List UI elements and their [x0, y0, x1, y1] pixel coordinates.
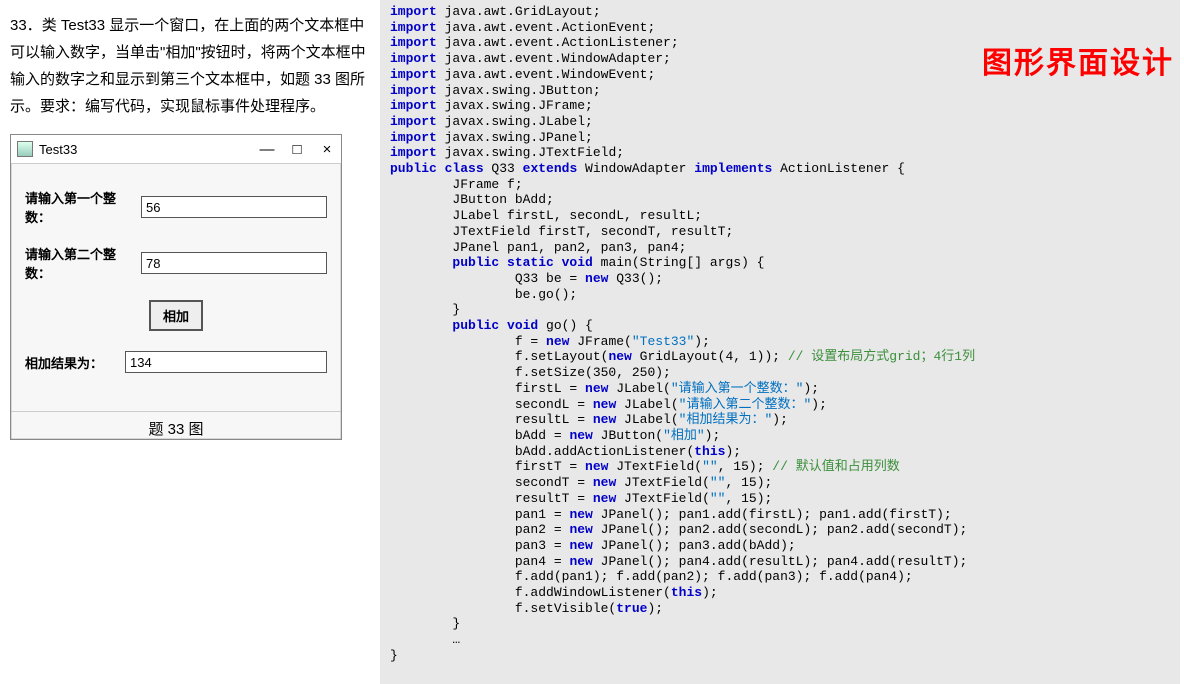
close-icon[interactable]: ×: [319, 141, 335, 158]
overlay-title: 图形界面设计: [982, 38, 1174, 82]
input-first[interactable]: [141, 196, 327, 218]
titlebar: Test33 — □ ×: [11, 135, 341, 164]
window-title: Test33: [39, 142, 259, 157]
problem-statement: 33．类 Test33 显示一个窗口，在上面的两个文本框中可以输入数字，当单击"…: [10, 12, 370, 120]
add-button[interactable]: 相加: [149, 300, 203, 331]
figure-caption: 题 33 图: [11, 411, 341, 439]
problem-body: 类 Test33 显示一个窗口，在上面的两个文本框中可以输入数字，当单击"相加"…: [10, 17, 366, 115]
problem-number: 33．: [10, 17, 42, 34]
label-first: 请输入第一个整数：: [25, 188, 141, 226]
input-second[interactable]: [141, 252, 327, 274]
java-icon: [17, 141, 33, 157]
maximize-icon[interactable]: □: [289, 141, 305, 158]
input-result[interactable]: [125, 351, 327, 373]
mock-window: Test33 — □ × 请输入第一个整数： 请输入第二个整数： 相加 相加结果…: [10, 134, 342, 440]
label-second: 请输入第二个整数：: [25, 244, 141, 282]
code-block: import java.awt.GridLayout; import java.…: [380, 0, 1180, 684]
label-result: 相加结果为：: [25, 353, 125, 372]
minimize-icon[interactable]: —: [259, 141, 275, 158]
